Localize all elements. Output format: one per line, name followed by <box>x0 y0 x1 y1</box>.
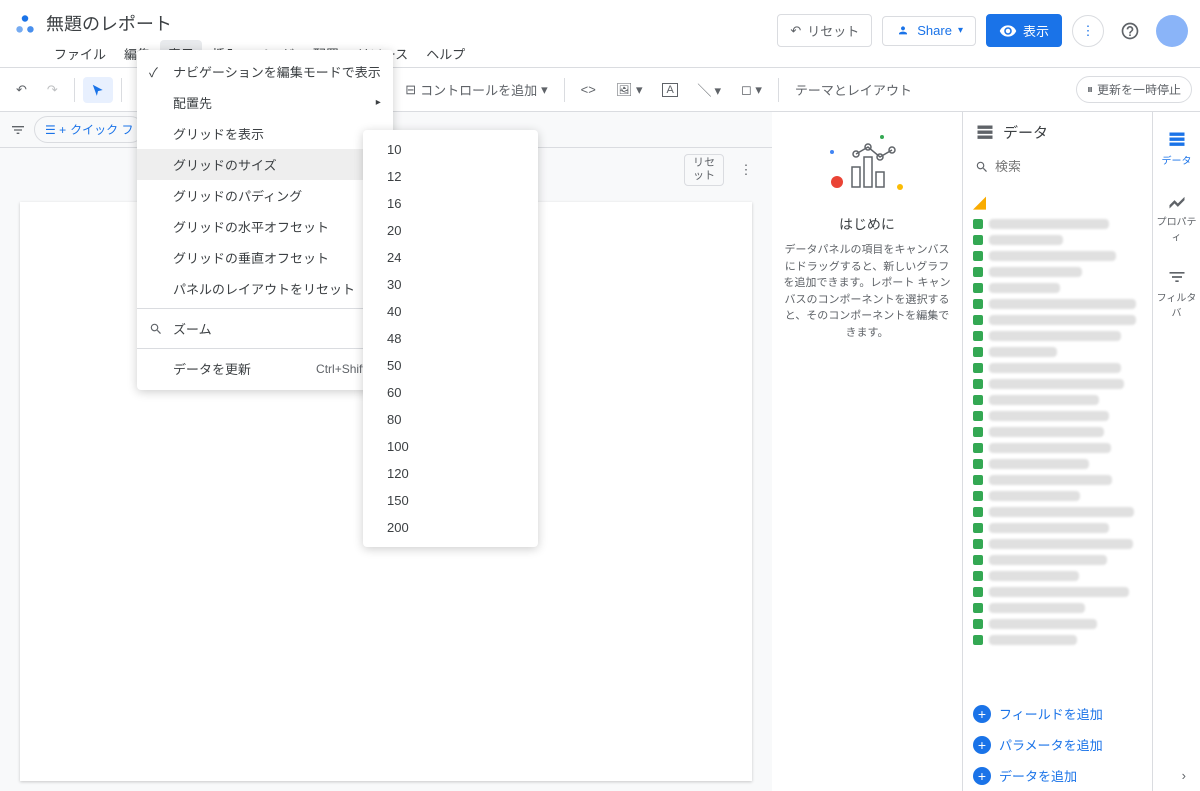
text-button[interactable]: A <box>654 77 685 103</box>
field-item[interactable] <box>971 536 1144 552</box>
field-item[interactable] <box>971 552 1144 568</box>
view-menu-dropdown: ナビゲーションを編集モードで表示配置先グリッドを表示グリッドのサイズグリッドのパ… <box>137 50 393 390</box>
expand-arrow-icon[interactable]: › <box>1182 768 1186 783</box>
add-parameter-button[interactable]: +パラメータを追加 <box>963 729 1152 760</box>
grid-size-option[interactable]: 120 <box>363 460 538 487</box>
field-item[interactable] <box>971 456 1144 472</box>
field-item[interactable] <box>971 616 1144 632</box>
view-menu-item[interactable]: グリッドのサイズ <box>137 149 393 180</box>
getting-started-panel: はじめに データパネルの項目をキャンバスにドラッグすると、新しいグラフを追加でき… <box>772 112 962 791</box>
undo-button[interactable]: ↶ <box>8 76 35 104</box>
view-menu-item[interactable]: ズーム <box>137 313 393 344</box>
field-item[interactable] <box>971 584 1144 600</box>
grid-size-option[interactable]: 16 <box>363 190 538 217</box>
field-item[interactable] <box>971 232 1144 248</box>
menu-ヘルプ[interactable]: ヘルプ <box>418 40 473 67</box>
field-item[interactable] <box>971 392 1144 408</box>
field-item[interactable] <box>971 248 1144 264</box>
right-sidebar-tabs: データプロパティフィルタバ › <box>1152 112 1200 791</box>
data-panel-title: データ <box>1003 122 1048 143</box>
add-field-button[interactable]: +フィールドを追加 <box>963 698 1152 729</box>
grid-size-option[interactable]: 10 <box>363 136 538 163</box>
field-item[interactable] <box>971 360 1144 376</box>
view-menu-item[interactable]: グリッドの垂直オフセット <box>137 242 393 273</box>
more-options-icon[interactable]: ⋮ <box>1072 15 1104 47</box>
field-item[interactable] <box>971 264 1144 280</box>
grid-size-submenu: 1012162024304048506080100120150200 <box>363 130 538 547</box>
field-item[interactable] <box>971 312 1144 328</box>
grid-size-option[interactable]: 60 <box>363 379 538 406</box>
shape-button[interactable]: ◻ ▾ <box>733 76 770 104</box>
grid-size-option[interactable]: 200 <box>363 514 538 541</box>
grid-size-option[interactable]: 50 <box>363 352 538 379</box>
field-item[interactable] <box>971 296 1144 312</box>
field-item[interactable] <box>971 440 1144 456</box>
reset-button[interactable]: ↶リセット <box>777 14 872 47</box>
pause-updates-button[interactable]: ⏸更新を一時停止 <box>1076 76 1192 103</box>
grid-size-option[interactable]: 48 <box>363 325 538 352</box>
data-panel: データ ◢ +フィールドを追加 +パラメータを追加 +データを追加 <box>962 112 1152 791</box>
document-title[interactable]: 無題のレポート <box>46 8 777 38</box>
hint-text: データパネルの項目をキャンバスにドラッグすると、新しいグラフを追加できます。レポ… <box>782 242 952 341</box>
field-list <box>963 216 1152 698</box>
grid-size-option[interactable]: 24 <box>363 244 538 271</box>
grid-size-option[interactable]: 150 <box>363 487 538 514</box>
view-menu-item[interactable]: 配置先 <box>137 87 393 118</box>
image-button[interactable]: 🖼 ▾ <box>608 76 651 104</box>
quick-filter-button[interactable]: ☰ + クイック フ <box>34 116 144 143</box>
grid-size-option[interactable]: 12 <box>363 163 538 190</box>
theme-layout-button[interactable]: テーマとレイアウト <box>787 74 920 105</box>
help-icon[interactable] <box>1114 15 1146 47</box>
field-item[interactable] <box>971 568 1144 584</box>
right-tab-プロパティ[interactable]: プロパティ <box>1155 183 1199 251</box>
datasource-icon[interactable]: ◢ <box>963 189 1152 216</box>
field-item[interactable] <box>971 328 1144 344</box>
field-item[interactable] <box>971 488 1144 504</box>
canvas-reset-button[interactable]: リセ ット <box>684 154 724 186</box>
selection-tool[interactable] <box>83 77 113 103</box>
view-menu-item[interactable]: グリッドを表示 <box>137 118 393 149</box>
grid-size-option[interactable]: 80 <box>363 406 538 433</box>
embed-button[interactable]: <> <box>573 76 604 103</box>
data-search-input[interactable] <box>971 153 1144 181</box>
field-item[interactable] <box>971 472 1144 488</box>
view-menu-item[interactable]: グリッドの水平オフセット <box>137 211 393 242</box>
grid-size-option[interactable]: 30 <box>363 271 538 298</box>
hint-title: はじめに <box>782 214 952 234</box>
right-tab-データ[interactable]: データ <box>1155 122 1199 175</box>
redo-button[interactable]: ↷ <box>39 76 66 104</box>
data-panel-icon <box>975 123 995 143</box>
view-menu-item[interactable]: グリッドのパディング <box>137 180 393 211</box>
view-menu-item[interactable]: ナビゲーションを編集モードで表示 <box>137 56 393 87</box>
field-item[interactable] <box>971 504 1144 520</box>
share-button[interactable]: Share▾ <box>882 16 976 46</box>
field-item[interactable] <box>971 280 1144 296</box>
field-item[interactable] <box>971 408 1144 424</box>
field-item[interactable] <box>971 632 1144 648</box>
field-item[interactable] <box>971 344 1144 360</box>
user-avatar[interactable] <box>1156 15 1188 47</box>
view-menu-item[interactable]: データを更新Ctrl+Shift+E <box>137 353 393 384</box>
menu-ファイル[interactable]: ファイル <box>46 40 114 67</box>
field-item[interactable] <box>971 376 1144 392</box>
view-button[interactable]: 表示 <box>986 14 1062 47</box>
canvas-more-icon[interactable]: ⋮ <box>730 154 762 186</box>
grid-size-option[interactable]: 100 <box>363 433 538 460</box>
add-control-button[interactable]: ⊟ コントロールを追加 ▾ <box>397 74 555 105</box>
field-item[interactable] <box>971 600 1144 616</box>
view-menu-item[interactable]: パネルのレイアウトをリセット <box>137 273 393 304</box>
grid-size-option[interactable]: 40 <box>363 298 538 325</box>
filter-icon[interactable] <box>10 122 26 138</box>
grid-size-option[interactable]: 20 <box>363 217 538 244</box>
field-item[interactable] <box>971 216 1144 232</box>
chart-illustration-icon <box>822 132 912 202</box>
looker-studio-logo-icon <box>12 12 38 38</box>
field-item[interactable] <box>971 520 1144 536</box>
line-button[interactable]: ╲ ▾ <box>690 74 729 105</box>
field-item[interactable] <box>971 424 1144 440</box>
right-tab-フィルタバ[interactable]: フィルタバ <box>1155 259 1199 327</box>
add-data-button[interactable]: +データを追加 <box>963 760 1152 791</box>
